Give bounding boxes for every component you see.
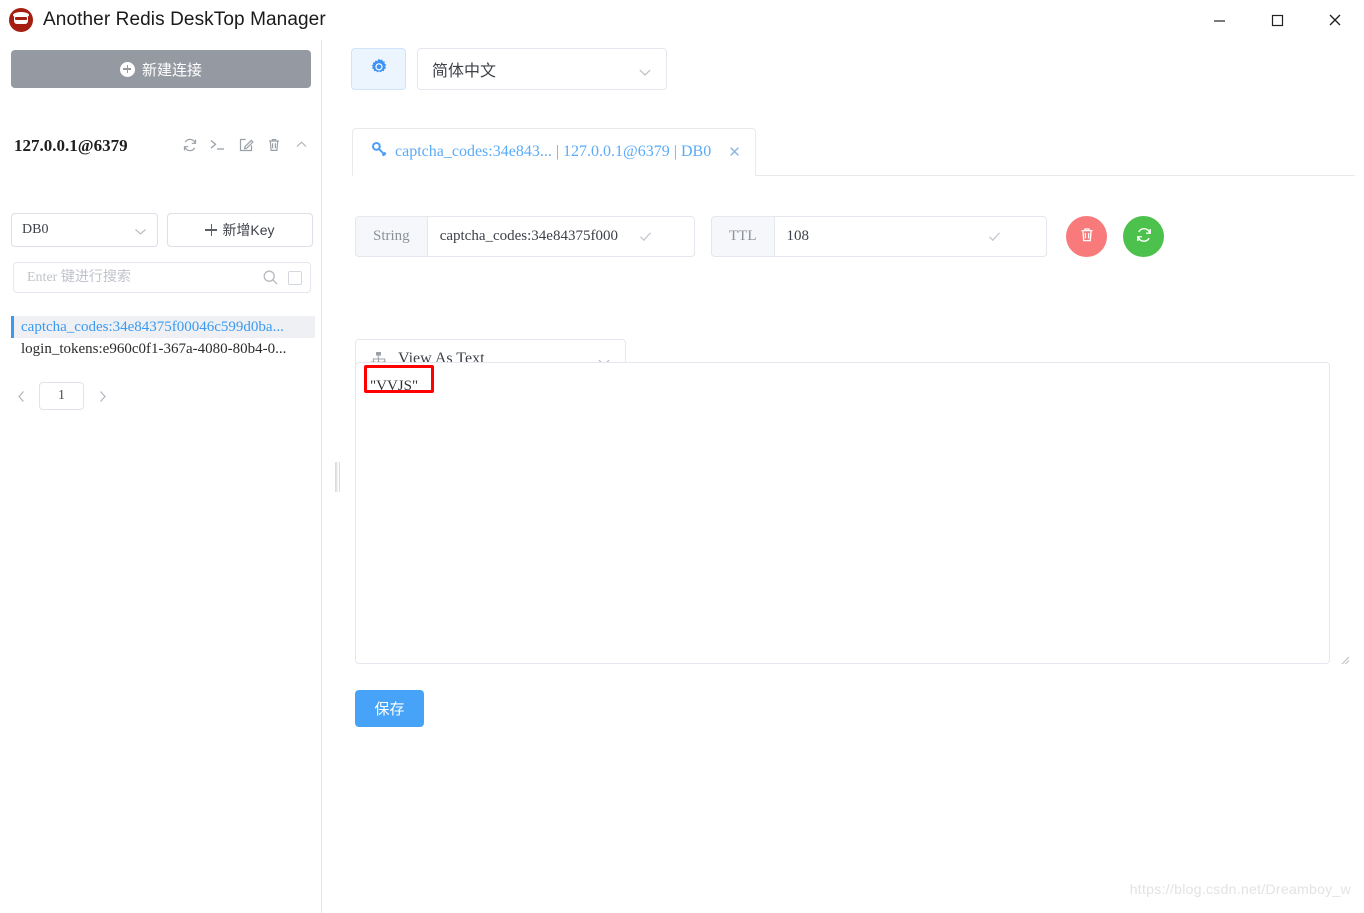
panel-splitter[interactable] xyxy=(331,40,343,913)
app-window: Another Redis DeskTop Manager 新建连接 127.0… xyxy=(0,0,1364,913)
plus-icon xyxy=(205,224,218,236)
refresh-key-button[interactable] xyxy=(1123,216,1164,257)
language-select[interactable]: 简体中文 xyxy=(417,48,667,90)
key-search-row xyxy=(13,262,311,293)
page-number[interactable]: 1 xyxy=(39,382,84,410)
connection-toolbar xyxy=(181,136,310,153)
key-value-textarea[interactable] xyxy=(355,362,1330,664)
tab-close-icon[interactable]: ✕ xyxy=(728,143,741,161)
window-titlebar: Another Redis DeskTop Manager xyxy=(0,0,1364,40)
main-topbar: 简体中文 xyxy=(351,48,667,90)
main-panel: 简体中文 captcha_codes:34e843... | 127.0.0.1… xyxy=(343,40,1364,913)
key-list: captcha_codes:34e84375f00046c599d0ba... … xyxy=(11,316,315,360)
add-key-button[interactable]: 新增Key xyxy=(167,213,313,247)
close-icon[interactable] xyxy=(1306,0,1364,40)
list-item[interactable]: captcha_codes:34e84375f00046c599d0ba... xyxy=(11,316,315,338)
save-button[interactable]: 保存 xyxy=(355,690,424,727)
list-item[interactable]: login_tokens:e960c0f1-367a-4080-80b4-0..… xyxy=(11,338,315,360)
tab-bar: captcha_codes:34e843... | 127.0.0.1@6379… xyxy=(352,128,1355,176)
key-info-row: String TTL xyxy=(355,216,1164,257)
ttl-group: TTL xyxy=(711,216,1047,257)
key-type-label: String xyxy=(356,217,428,256)
splitter-grip xyxy=(334,461,340,492)
new-connection-button[interactable]: 新建连接 xyxy=(11,50,311,88)
prev-page-icon[interactable] xyxy=(10,382,32,410)
redis-logo-icon xyxy=(9,7,33,32)
ttl-label: TTL xyxy=(712,217,775,256)
key-icon xyxy=(371,141,388,163)
ttl-input[interactable] xyxy=(774,217,987,256)
sidebar: 新建连接 127.0.0.1@6379 DB0 新增Key Enter 键进行搜… xyxy=(0,40,322,913)
plus-circle-icon xyxy=(119,61,135,77)
window-title: Another Redis DeskTop Manager xyxy=(43,8,326,30)
search-icon[interactable] xyxy=(262,269,279,286)
new-connection-label: 新建连接 xyxy=(141,61,202,79)
next-page-icon[interactable] xyxy=(91,382,113,410)
trash-icon xyxy=(1078,226,1096,247)
search-input[interactable] xyxy=(25,268,262,287)
tab-label: captcha_codes:34e843... | 127.0.0.1@6379… xyxy=(395,143,712,160)
gear-icon xyxy=(369,57,389,82)
refresh-icon xyxy=(1135,226,1153,247)
key-name-input[interactable] xyxy=(427,217,638,256)
console-icon[interactable] xyxy=(209,136,226,153)
connection-name: 127.0.0.1@6379 xyxy=(14,136,128,155)
pagination: 1 xyxy=(10,381,140,411)
add-key-label: 新增Key xyxy=(222,222,275,238)
confirm-ttl-icon[interactable] xyxy=(987,229,1013,244)
collapse-chevron-up-icon[interactable] xyxy=(293,136,310,153)
language-select-value: 简体中文 xyxy=(432,63,497,80)
db-select[interactable]: DB0 xyxy=(11,213,158,247)
connection-header[interactable]: 127.0.0.1@6379 xyxy=(0,125,322,167)
edit-icon[interactable] xyxy=(237,136,254,153)
window-controls xyxy=(1190,0,1364,40)
tab-key-detail[interactable]: captcha_codes:34e843... | 127.0.0.1@6379… xyxy=(352,128,756,176)
delete-key-button[interactable] xyxy=(1066,216,1107,257)
chevron-down-icon xyxy=(638,65,652,83)
search-exact-checkbox[interactable] xyxy=(288,270,302,285)
refresh-icon[interactable] xyxy=(181,136,198,153)
db-select-value: DB0 xyxy=(22,222,49,237)
key-name-group: String xyxy=(355,216,695,257)
delete-icon[interactable] xyxy=(265,136,282,153)
settings-button[interactable] xyxy=(351,48,406,90)
textarea-resize-grip[interactable] xyxy=(1338,652,1350,665)
db-controls-row: DB0 新增Key xyxy=(11,213,313,247)
maximize-icon[interactable] xyxy=(1248,0,1306,40)
confirm-key-icon[interactable] xyxy=(638,229,664,244)
key-label: login_tokens:e960c0f1-367a-4080-80b4-0..… xyxy=(21,340,287,357)
minimize-icon[interactable] xyxy=(1190,0,1248,40)
chevron-down-icon xyxy=(134,226,147,242)
watermark: https://blog.csdn.net/Dreamboy_w xyxy=(1129,881,1351,897)
key-label: captcha_codes:34e84375f00046c599d0ba... xyxy=(21,318,284,335)
